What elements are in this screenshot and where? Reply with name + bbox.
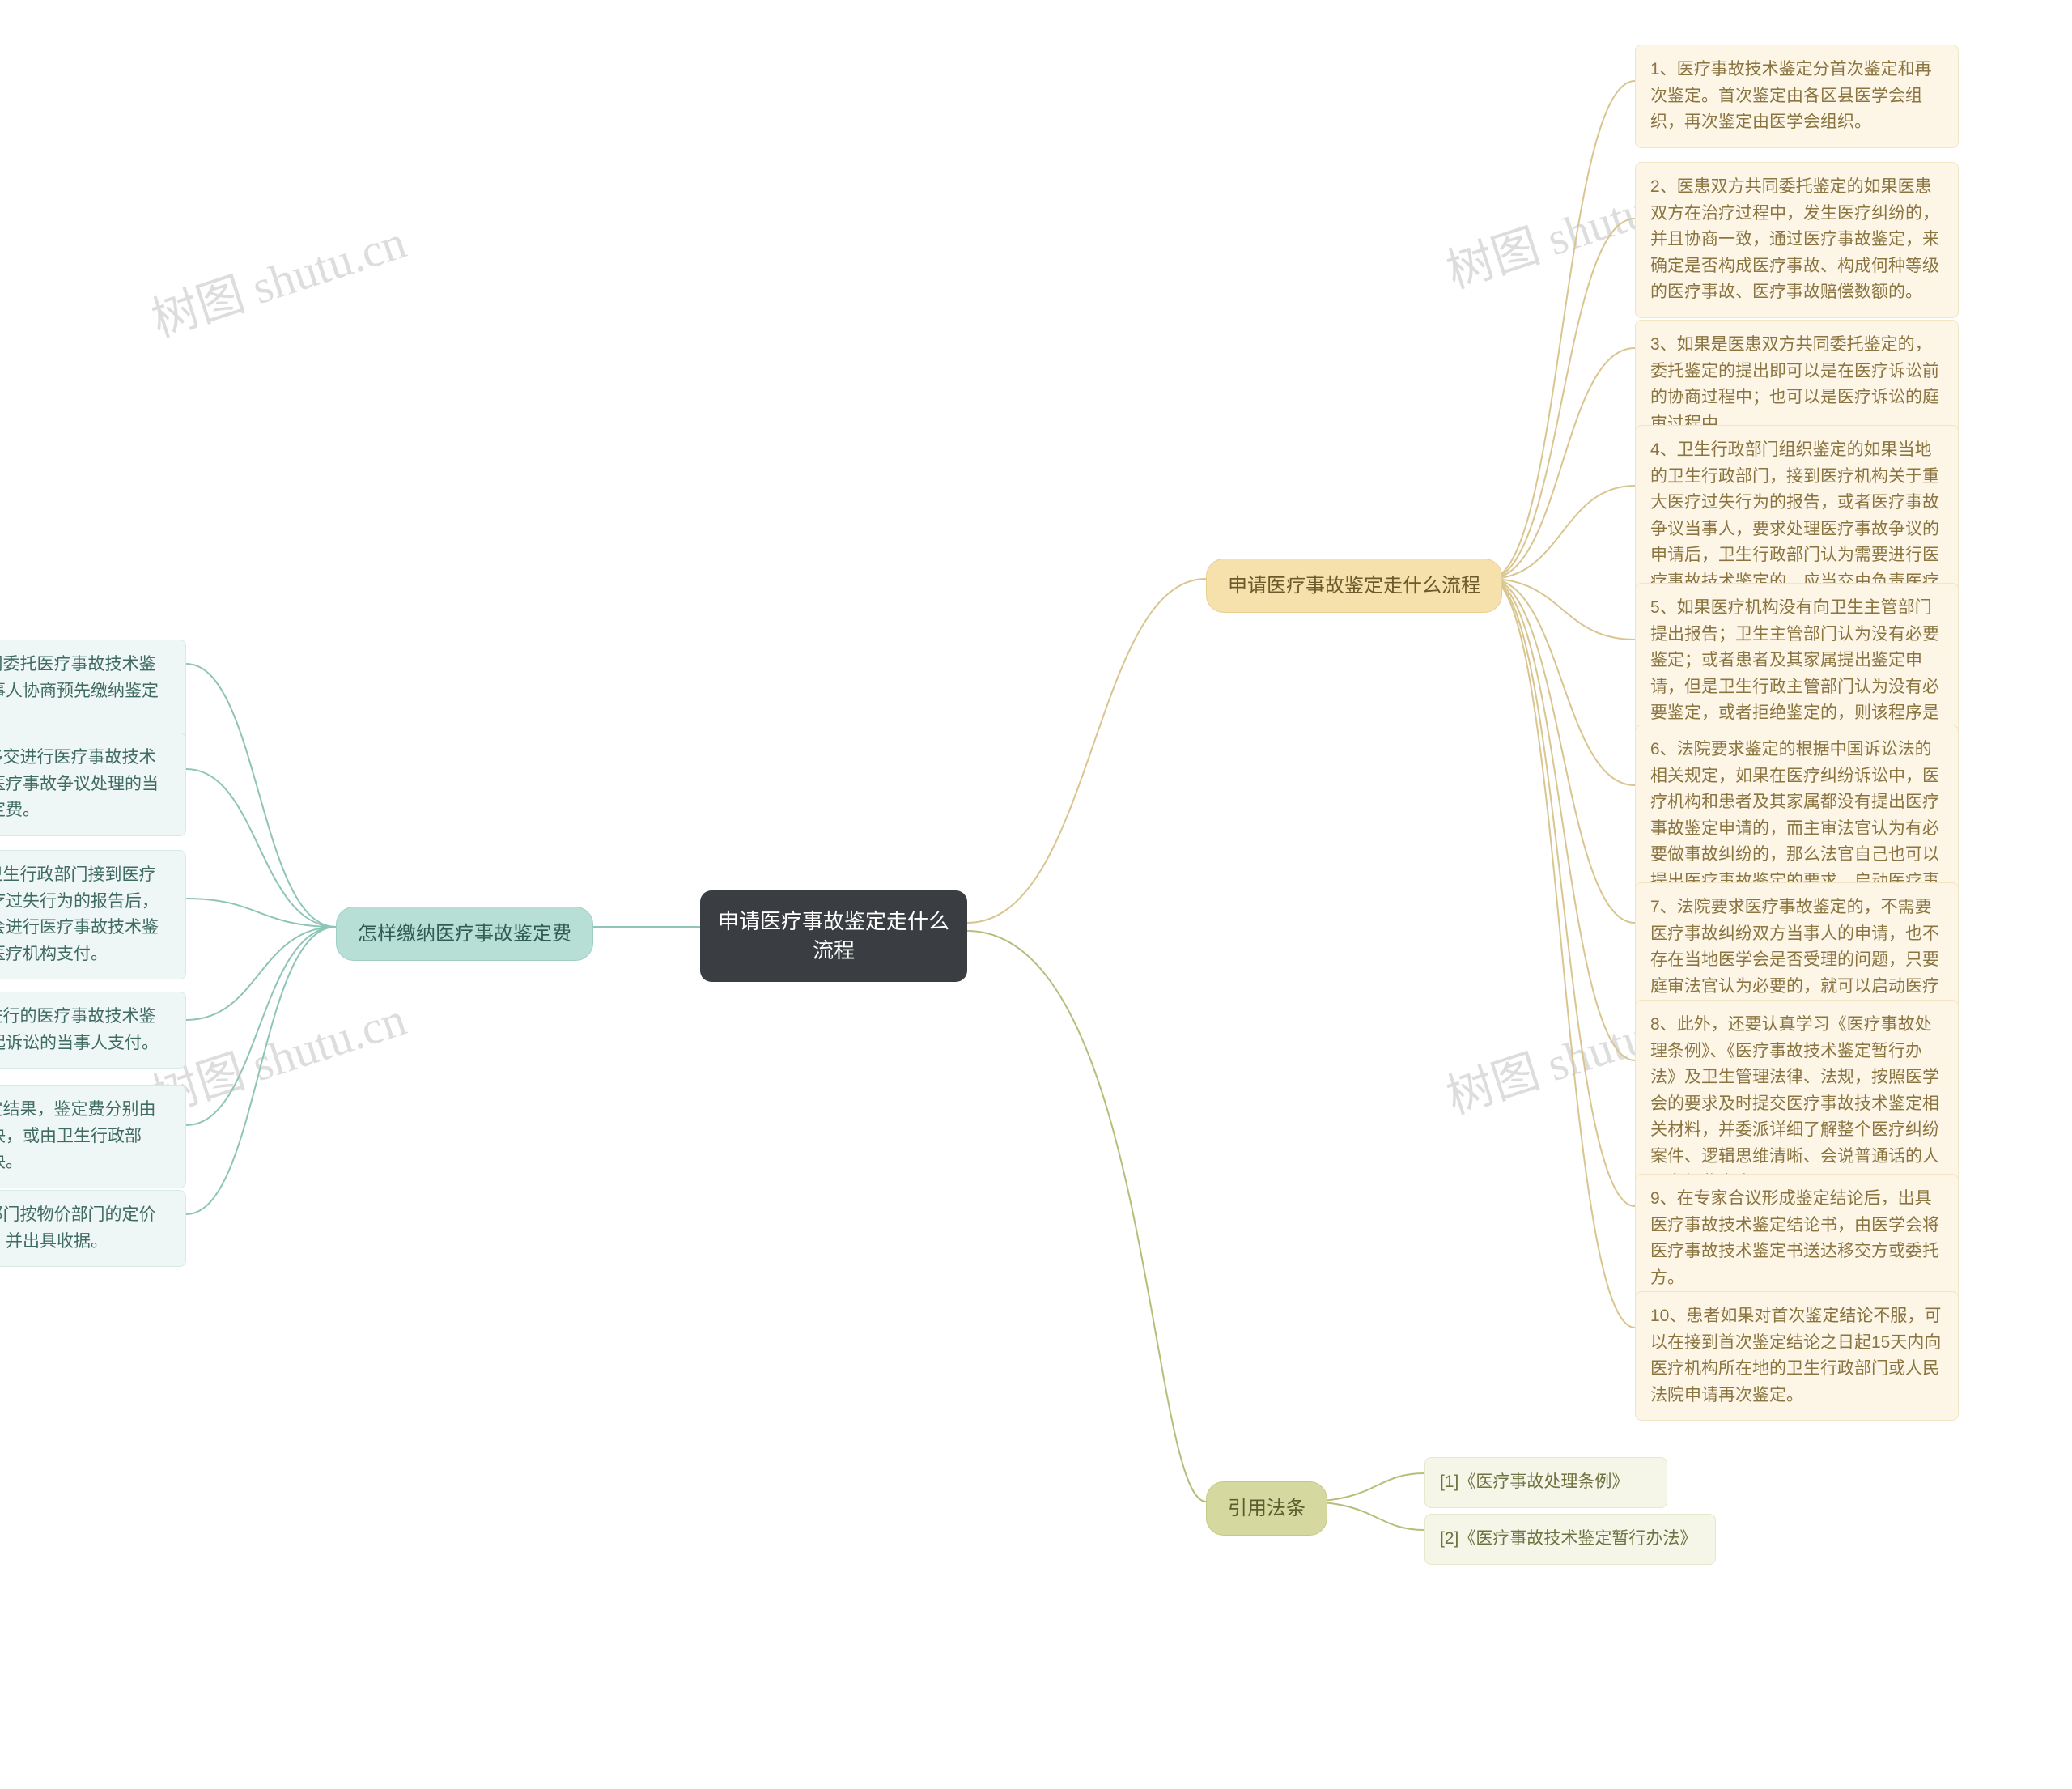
root-line2: 流程 — [718, 936, 949, 965]
process-item-1: 1、医疗事故技术鉴定分首次鉴定和再次鉴定。首次鉴定由各区县医学会组织，再次鉴定由… — [1635, 45, 1959, 148]
process-item-10: 10、患者如果对首次鉴定结论不服，可以在接到首次鉴定结论之日起15天内向医疗机构… — [1635, 1291, 1959, 1421]
fee-item-1: 1.双方当事人共同委托医疗事故技术鉴定的，由双方当事人协商预先缴纳鉴定费。 — [0, 640, 186, 743]
process-item-2: 2、医患双方共同委托鉴定的如果医患双方在治疗过程中，发生医疗纠纷的，并且协商一致… — [1635, 162, 1959, 318]
fee-item-5: 5.鉴定后根据鉴定结果，鉴定费分别由医患双方协商解决，或由卫生行政部门、司法部门… — [0, 1085, 186, 1188]
fee-item-4: 4.司法部门委托进行的医疗事故技术鉴定，鉴定费由提起诉讼的当事人支付。 — [0, 992, 186, 1069]
law-item-1: [1]《医疗事故处理条例》 — [1424, 1457, 1667, 1508]
fee-item-3: 3.县级以上地方卫生行政部门接到医疗机构关于重大医疗过失行为的报告后，对需要移交… — [0, 850, 186, 979]
fee-item-6: 6.由医学会财务部门按物价部门的定价规定收取鉴定费，并出具收据。 — [0, 1190, 186, 1267]
branch-process: 申请医疗事故鉴定走什么流程 — [1206, 559, 1502, 613]
law-item-2: [2]《医疗事故技术鉴定暂行办法》 — [1424, 1514, 1716, 1565]
branch-law: 引用法条 — [1206, 1481, 1327, 1536]
watermark: 树图 shutu.cn — [142, 204, 413, 350]
root-line1: 申请医疗事故鉴定走什么 — [718, 907, 949, 936]
branch-fee: 怎样缴纳医疗事故鉴定费 — [336, 907, 593, 961]
fee-item-2: 2.卫生行政部门移交进行医疗事故技术鉴定的，由提出医疗事故争议处理的当事人预先缴… — [0, 733, 186, 836]
process-item-9: 9、在专家合议形成鉴定结论后，出具医疗事故技术鉴定结论书，由医学会将医疗事故技术… — [1635, 1174, 1959, 1303]
root-node: 申请医疗事故鉴定走什么 流程 — [700, 890, 967, 982]
